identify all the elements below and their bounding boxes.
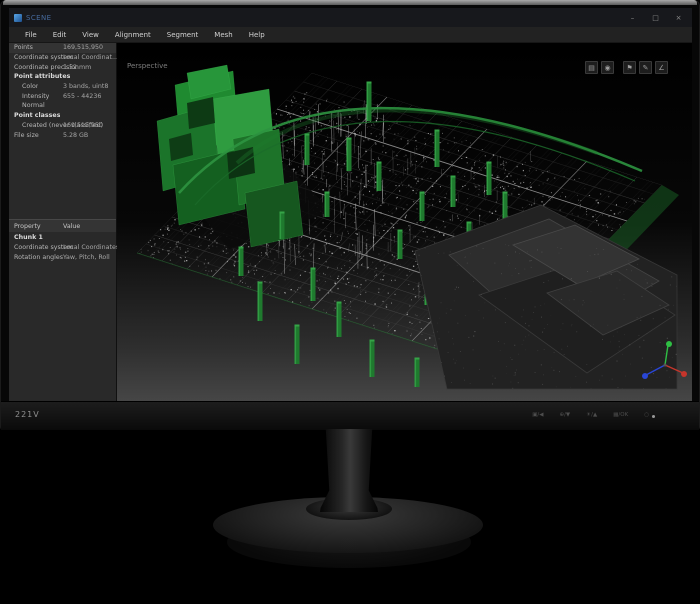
info-row: Intensity 655 - 44236 [9,91,116,101]
info-row: Points 169,515,950 [9,43,116,53]
info-label: Intensity [9,93,49,100]
close-button[interactable]: × [667,8,690,27]
table-row-value: Yaw, Pitch, Roll [63,254,110,261]
measure-icon-button[interactable]: ∠ [655,61,668,74]
info-value: 3 bands, uint8 [63,83,108,90]
table-row-label: Rotation angles [9,254,63,261]
info-label: Color [9,83,38,90]
info-row: Created (never classified)169,515,950 [9,121,116,131]
info-value: Local Coordinat... [63,54,118,61]
info-value: 5.28 GB [63,132,88,139]
bezel-chin: 221V ▣/◀ ⊕/▼ ☀/▲ ▦/OK ○ [1,401,699,430]
annotate-icon-button[interactable]: ✎ [639,61,652,74]
info-value: 655 - 44236 [63,93,101,100]
info-label: File size [9,132,39,139]
window-title: SCENE [26,14,51,22]
osd-button-5[interactable]: ○ [644,412,649,418]
photo-scene: SCENE – □ × FileEditViewAlignmentSegment… [0,0,700,604]
power-led [652,415,655,418]
info-row: Point classes [9,111,116,121]
property-table-rows: Chunk 1Coordinate systemLocal Coordinate… [9,232,116,262]
value-column-header: Value [63,223,80,230]
table-row: Coordinate systemLocal Coordinates (m) [9,242,116,252]
viewport-toolbar: ▤◉ ⚑✎∠ [585,61,668,74]
info-row: Normal [9,101,116,111]
settings-icon-button[interactable]: ◉ [601,61,614,74]
monitor: SCENE – □ × FileEditViewAlignmentSegment… [0,0,700,430]
layers-icon-button[interactable]: ▤ [585,61,598,74]
info-label: Point attributes [9,73,70,80]
property-column-header: Property [9,223,41,230]
projection-label: Perspective [127,62,168,70]
table-row: Rotation anglesYaw, Pitch, Roll [9,252,116,262]
menu-alignment[interactable]: Alignment [107,31,159,39]
title-bar: SCENE – □ × [9,8,692,27]
app-logo-icon [14,14,22,22]
info-value: 169,515,950 [63,44,103,51]
menu-help[interactable]: Help [241,31,273,39]
osd-button-4[interactable]: ▦/OK [613,412,628,418]
info-label: Normal [9,102,45,109]
sidebar-info-list: Points 169,515,950 Coordinate systemLocal … [9,43,116,140]
menu-bar: FileEditViewAlignmentSegmentMeshHelp [9,27,692,43]
maximize-button[interactable]: □ [644,8,667,27]
menu-file[interactable]: File [17,31,45,39]
monitor-model-label: 221V [15,410,40,419]
info-label: Points [9,44,33,51]
info-label: Point classes [9,112,60,119]
menu-mesh[interactable]: Mesh [206,31,240,39]
info-value: 1.52 mm [63,64,91,71]
osd-button-2[interactable]: ⊕/▼ [559,412,570,418]
property-table-header: Property Value [9,220,116,232]
info-value: 169,515,950 [63,122,103,129]
info-row: File size 5.28 GB [9,130,116,140]
stand-neck [320,429,378,512]
info-row: Color 3 bands, uint8 [9,82,116,92]
osd-button-row: ▣/◀ ⊕/▼ ☀/▲ ▦/OK ○ [532,412,649,418]
properties-panel: Points 169,515,950 Coordinate systemLocal … [9,43,117,401]
osd-button-3[interactable]: ☀/▲ [586,412,597,418]
flag-marker-icon-button[interactable]: ⚑ [623,61,636,74]
menu-edit[interactable]: Edit [45,31,75,39]
menu-segment[interactable]: Segment [159,31,207,39]
minimize-button[interactable]: – [621,8,644,27]
table-row-label: Chunk 1 [9,234,43,241]
monitor-top-edge [3,0,697,5]
osd-button-1[interactable]: ▣/◀ [532,412,543,418]
menu-view[interactable]: View [74,31,107,39]
table-row: Chunk 1 [9,232,116,242]
viewport-canvas[interactable] [117,43,692,401]
info-row: Coordinate precision1.52 mm [9,62,116,72]
viewport: Perspective ▤◉ ⚑✎∠ [117,43,692,401]
window-controls: – □ × [621,8,690,27]
screen: SCENE – □ × FileEditViewAlignmentSegment… [9,8,692,401]
info-row: Point attributes [9,72,116,82]
info-row: Coordinate systemLocal Coordinat... [9,53,116,63]
